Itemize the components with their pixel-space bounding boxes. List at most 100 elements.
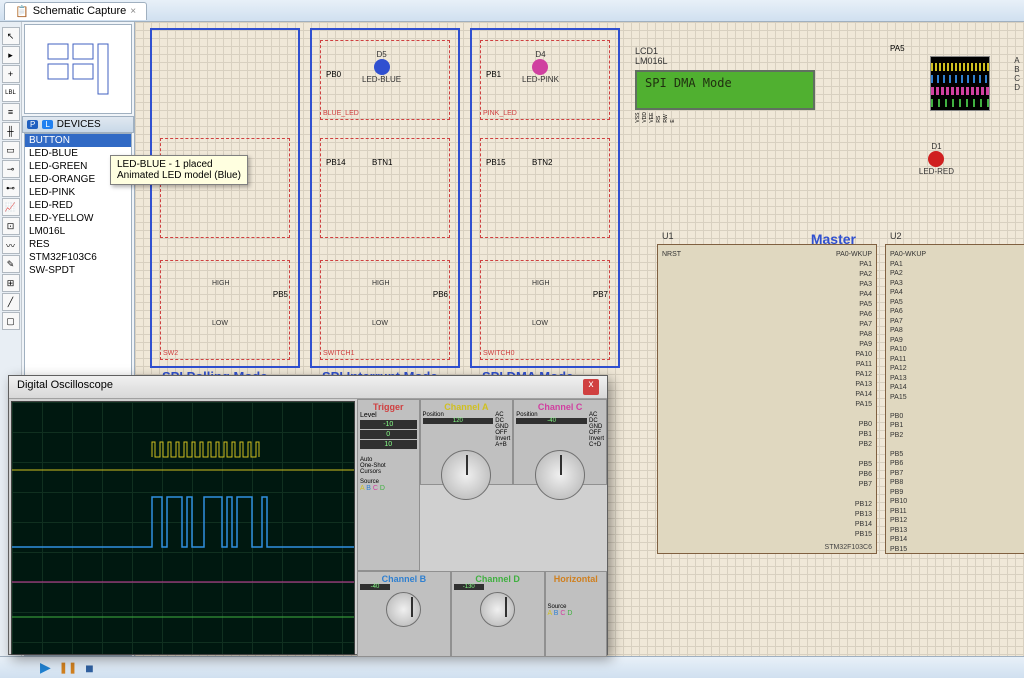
- text-tool[interactable]: ≡: [2, 103, 20, 121]
- box-tool[interactable]: ▢: [2, 312, 20, 330]
- pin-label: PA12: [890, 365, 907, 372]
- list-item[interactable]: LED-YELLOW: [25, 212, 131, 225]
- pin-tool[interactable]: ⊷: [2, 179, 20, 197]
- subcircuit-tool[interactable]: ▭: [2, 141, 20, 159]
- pin-label: PA5: [890, 299, 903, 306]
- src-a[interactable]: A: [548, 610, 552, 617]
- pin-label: PA7: [890, 318, 903, 325]
- pin-label: PB0: [859, 421, 872, 428]
- ch-b-title: Channel B: [360, 574, 448, 584]
- stop-button[interactable]: ■: [85, 660, 93, 676]
- play-button[interactable]: ▶: [40, 659, 51, 676]
- d1-part: LED-RED: [919, 167, 954, 176]
- low-label: LOW: [532, 320, 548, 327]
- cursors-label[interactable]: Cursors: [360, 469, 417, 475]
- osc-waveforms: [12, 402, 354, 654]
- oscilloscope-titlebar[interactable]: Digital Oscilloscope x: [9, 376, 607, 399]
- close-button[interactable]: x: [583, 379, 599, 395]
- channel-c-panel: Channel C Position -40 AC DC GND OFF Inv…: [513, 399, 607, 485]
- src-d[interactable]: D: [380, 485, 385, 492]
- ab-label[interactable]: A+B: [495, 442, 510, 448]
- pin-label: PB12: [890, 517, 907, 524]
- pin-label: PA1: [859, 261, 872, 268]
- led-blue-icon: [374, 59, 390, 75]
- src-c[interactable]: C: [560, 610, 565, 617]
- pb14-label: PB14: [326, 158, 346, 167]
- arrow-tool[interactable]: ↖: [2, 27, 20, 45]
- close-icon[interactable]: ×: [130, 6, 136, 17]
- list-item[interactable]: LED-RED: [25, 199, 131, 212]
- junction-tool[interactable]: +: [2, 65, 20, 83]
- terminal-tool[interactable]: ⊸: [2, 160, 20, 178]
- pin-label: PB13: [890, 527, 907, 534]
- pin-label: PB11: [890, 508, 907, 515]
- sub-block: SWITCH1: [320, 260, 450, 360]
- tape-tool[interactable]: ⊡: [2, 217, 20, 235]
- master-chip[interactable]: Master U1 STM32F103C6 NRST PA0-WKUPPA1PA…: [657, 244, 877, 554]
- src-d[interactable]: D: [567, 610, 572, 617]
- line-tool[interactable]: ╱: [2, 293, 20, 311]
- sw-label: SW2: [163, 350, 178, 357]
- tooltip-line2: Animated LED model (Blue): [117, 170, 241, 181]
- list-item[interactable]: LM016L: [25, 225, 131, 238]
- slave-ref: U2: [890, 231, 902, 241]
- lcd-ref: LCD1: [635, 46, 835, 56]
- bus-tool[interactable]: ╫: [2, 122, 20, 140]
- pin-label: PB8: [890, 479, 903, 486]
- master-part: STM32F103C6: [825, 544, 872, 551]
- ch-a-label: A: [1014, 56, 1020, 65]
- schematic-tab[interactable]: 📋 Schematic Capture ×: [4, 2, 147, 20]
- ch-d-label: D: [1014, 83, 1020, 92]
- src-b[interactable]: B: [366, 485, 371, 492]
- sub-block: SWITCH0: [480, 260, 610, 360]
- graph-tool[interactable]: 📈: [2, 198, 20, 216]
- ch-c-dial[interactable]: [535, 450, 585, 500]
- list-item[interactable]: LED-PINK: [25, 186, 131, 199]
- probe-tool[interactable]: ✎: [2, 255, 20, 273]
- pin-label: PB15: [855, 531, 872, 538]
- src-a[interactable]: A: [360, 485, 364, 492]
- component-tool[interactable]: ▸: [2, 46, 20, 64]
- osc-screen[interactable]: [11, 401, 355, 655]
- pin-label: PA14: [890, 384, 907, 391]
- lcd-pin: RS: [656, 112, 662, 123]
- trigger-title: Trigger: [360, 402, 417, 412]
- oscilloscope-window[interactable]: Digital Oscilloscope x Trigger Level -: [8, 375, 608, 655]
- ch-a-dial[interactable]: [441, 450, 491, 500]
- pause-button[interactable]: ❚❚: [59, 661, 77, 674]
- pos-val: -40: [516, 418, 587, 424]
- trig-val: 10: [360, 440, 417, 449]
- pin-label: PA3: [859, 281, 872, 288]
- pin-label: PA3: [890, 280, 903, 287]
- ch-b-dial[interactable]: [386, 592, 421, 627]
- d1-ref: D1: [919, 142, 954, 151]
- lcd-part: LM016L: [635, 56, 835, 66]
- pin-label: PB0: [890, 413, 903, 420]
- generator-tool[interactable]: 〰: [2, 236, 20, 254]
- label-tool[interactable]: LBL: [2, 84, 20, 102]
- pin-label: PB1: [890, 422, 903, 429]
- blue-led-label: BLUE_LED: [323, 110, 359, 117]
- pin-label: PA13: [890, 375, 907, 382]
- list-item[interactable]: BUTTON: [25, 134, 131, 147]
- src-b[interactable]: B: [554, 610, 559, 617]
- pin-label: PA6: [890, 308, 903, 315]
- wave-d: [931, 99, 989, 107]
- scope-channels: A B C D: [1014, 56, 1020, 92]
- slave-chip[interactable]: Slave U2 STM32F103C6 PA0-WKUPPA1PA2PA3PA…: [885, 244, 1024, 554]
- cd-label[interactable]: C+D: [589, 442, 604, 448]
- l-badge[interactable]: L: [42, 120, 52, 129]
- list-item[interactable]: STM32F103C6: [25, 251, 131, 264]
- ch-d-dial[interactable]: [480, 592, 515, 627]
- pin-label: PA2: [890, 270, 903, 277]
- pin-label: PB9: [890, 489, 903, 496]
- instrument-tool[interactable]: ⊞: [2, 274, 20, 292]
- list-item[interactable]: RES: [25, 238, 131, 251]
- list-item[interactable]: SW-SPDT: [25, 264, 131, 277]
- polling-block: SPI Polling Mode SW2 PB13 HIGH LOW PB5: [150, 28, 300, 368]
- pin-label: PB14: [890, 536, 907, 543]
- pb15-label: PB15: [486, 158, 506, 167]
- pin-label: PA12: [855, 371, 872, 378]
- p-badge[interactable]: P: [27, 120, 38, 129]
- src-c[interactable]: C: [373, 485, 378, 492]
